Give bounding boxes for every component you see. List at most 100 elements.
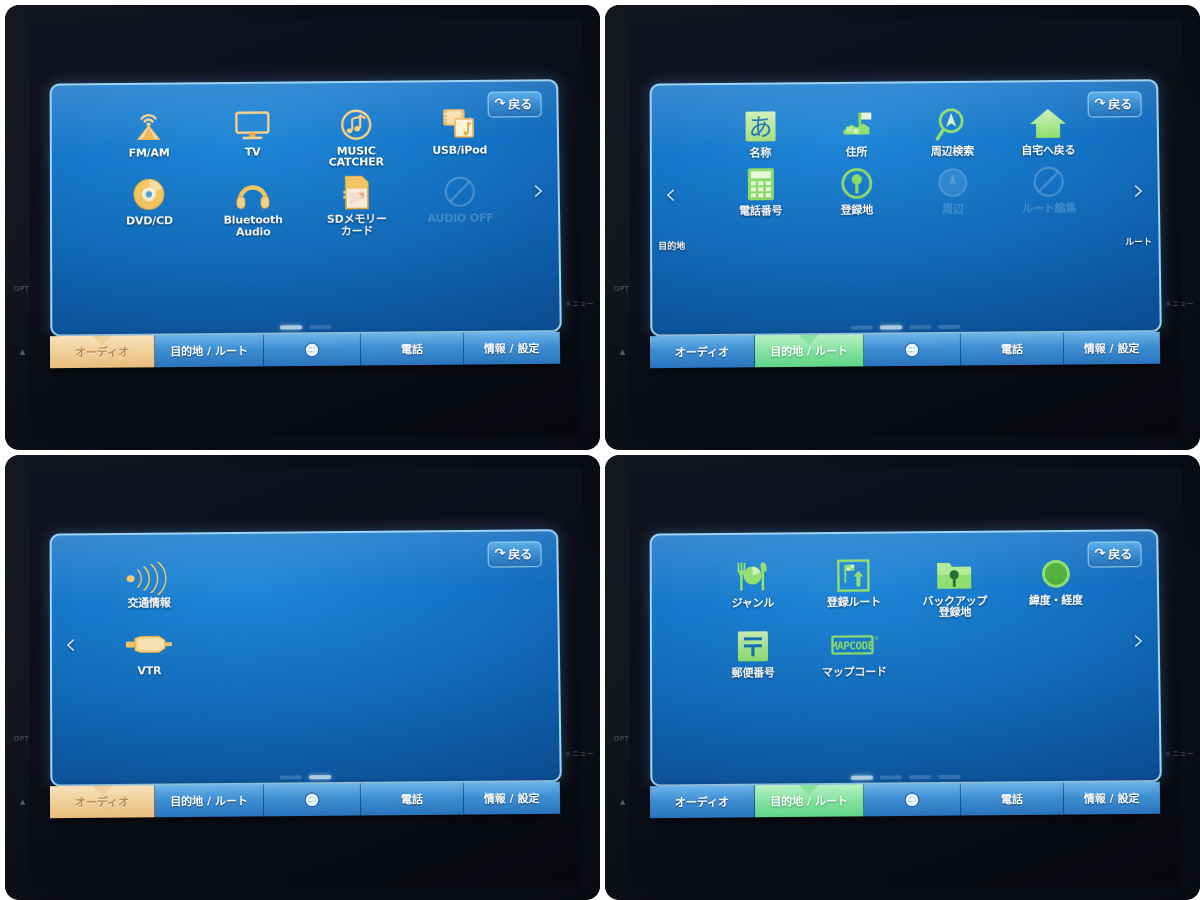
compass-dim-icon: [935, 163, 969, 203]
menu-item-label: 緯度・経度: [1028, 593, 1083, 607]
tab-globe[interactable]: [863, 333, 962, 367]
back-button-label-4: 戻る: [1107, 546, 1132, 562]
menu-item-music-catcher[interactable]: MUSIC CATCHER: [304, 104, 408, 169]
nav-screen-1[interactable]: ↶ 戻る › FM/AM TV MUSIC CATCHER USB/iPod D…: [49, 78, 562, 337]
page-dot[interactable]: [879, 775, 903, 780]
page-dot[interactable]: [309, 774, 332, 780]
tab-globe[interactable]: [263, 783, 362, 817]
menu-item-label: 電話番号: [738, 204, 783, 218]
menu-item-audio-off[interactable]: AUDIO OFF: [408, 171, 512, 225]
page-dot[interactable]: [879, 325, 903, 330]
tab-label: オーディオ: [674, 795, 729, 810]
page-dot[interactable]: [909, 774, 932, 780]
selected-tab-pointer: [797, 334, 820, 346]
nav-screen-2[interactable]: ↶ 戻る ‹ 目的地 › ルート あ 名称 住所 周辺検索 自宅へ戻る 電話番号…: [649, 78, 1162, 337]
side-mark-menu-2: メニュー: [1164, 299, 1195, 308]
menu-item-backup-registered-place[interactable]: バックアップ 登録地: [904, 554, 1006, 619]
menu-item-registered-place[interactable]: 登録地: [808, 163, 904, 217]
tab-label: オーディオ: [674, 345, 729, 360]
tab-phone[interactable]: 電話: [360, 782, 464, 816]
prev-page-chevron-2[interactable]: ‹: [664, 176, 676, 211]
globe-icon: [904, 792, 920, 808]
photo-panel-4: OPT ▲ メニュー ↶ 戻る › ジャンル 登録ルート バックアップ 登録地 …: [605, 455, 1200, 900]
page-dot[interactable]: [909, 324, 932, 330]
menu-item-phone-number-search[interactable]: 電話番号: [712, 164, 808, 218]
menu-item-bluetooth-audio[interactable]: Bluetooth Audio: [201, 173, 305, 238]
menu-item-genre[interactable]: ジャンル: [702, 556, 803, 609]
next-page-chevron-4[interactable]: ›: [1132, 622, 1144, 657]
menu-item-label: ルート編集: [1021, 201, 1076, 216]
menu-item-traffic-info[interactable]: 交通情報: [97, 556, 201, 609]
telephone-keypad-icon: [745, 164, 775, 204]
menu-item-nearby-search[interactable]: 周辺検索: [904, 104, 1000, 157]
page-dot[interactable]: [938, 324, 961, 329]
page-dot[interactable]: [850, 775, 873, 780]
tab-globe[interactable]: [263, 333, 362, 367]
menu-item-label: バックアップ 登録地: [922, 593, 987, 619]
tab-audio[interactable]: オーディオ: [49, 785, 155, 819]
usb-media-icon: [440, 103, 478, 143]
page-dot[interactable]: [279, 775, 303, 780]
globe-icon: [904, 342, 920, 358]
tab-label: 目的地 / ルート: [769, 794, 848, 809]
side-mark-triangle-4: ▲: [619, 797, 626, 806]
tab-destination-route[interactable]: 目的地 / ルート: [154, 784, 265, 818]
tab-audio[interactable]: オーディオ: [649, 335, 755, 369]
tab-bar-4: オーディオ 目的地 / ルート 電話 情報 / 設定: [649, 782, 1160, 819]
headphones-icon: [233, 173, 271, 213]
selected-tab-pointer: [90, 785, 113, 797]
prev-page-chevron-3[interactable]: ‹: [64, 626, 76, 661]
back-button-4[interactable]: ↶ 戻る: [1086, 540, 1141, 568]
page-dot[interactable]: [279, 325, 303, 330]
address-map-icon: [837, 105, 875, 145]
page-dot[interactable]: [309, 324, 332, 330]
menu-item-postal-code[interactable]: 郵便番号: [702, 626, 803, 679]
menu-item-dvd-cd[interactable]: DVD/CD: [97, 174, 201, 227]
tab-info-settings[interactable]: 情報 / 設定: [1063, 782, 1160, 815]
tab-destination-route[interactable]: 目的地 / ルート: [754, 784, 865, 818]
nav-screen-3[interactable]: ↶ 戻る ‹ 交通情報 VTR: [49, 528, 562, 787]
menu-item-label: SDメモリー カード: [326, 211, 387, 237]
icon-grid-2: あ 名称 住所 周辺検索 自宅へ戻る 電話番号 登録地 周辺 ルート編集: [712, 101, 1098, 301]
menu-item-label: USB/iPod: [431, 143, 487, 157]
menu-item-sd-memory-card[interactable]: SDメモリー カード: [304, 172, 408, 237]
tab-info-settings[interactable]: 情報 / 設定: [463, 782, 560, 815]
tab-info-settings[interactable]: 情報 / 設定: [1063, 332, 1160, 365]
tab-info-settings[interactable]: 情報 / 設定: [463, 332, 560, 365]
photo-panel-1: OPT ▲ メニュー ↶ 戻る › FM/AM TV MUSIC CATCHER…: [5, 5, 600, 450]
next-page-chevron-1[interactable]: ›: [532, 172, 544, 207]
menu-item-name-search[interactable]: あ 名称: [712, 106, 808, 159]
menu-item-fm-am[interactable]: FM/AM: [97, 106, 201, 159]
menu-item-mapcode[interactable]: MAPCODE ® マップコード: [803, 625, 905, 678]
tab-audio[interactable]: オーディオ: [49, 335, 155, 369]
menu-item-saved-route[interactable]: 登録ルート: [803, 555, 904, 608]
page-dot[interactable]: [938, 774, 961, 779]
tab-destination-route[interactable]: 目的地 / ルート: [754, 334, 865, 368]
icon-grid-1: FM/AM TV MUSIC CATCHER USB/iPod DVD/CD B…: [97, 101, 513, 301]
back-button-1[interactable]: ↶ 戻る: [486, 90, 541, 118]
menu-item-nearby-disabled[interactable]: 周辺: [904, 162, 1001, 216]
page-dot[interactable]: [850, 325, 873, 330]
tab-label: 目的地 / ルート: [169, 794, 248, 809]
globe-icon: [304, 342, 320, 358]
tab-phone[interactable]: 電話: [960, 332, 1064, 366]
tab-phone[interactable]: 電話: [360, 332, 464, 366]
back-button-2[interactable]: ↶ 戻る: [1086, 90, 1141, 118]
tab-audio[interactable]: オーディオ: [649, 785, 755, 819]
tab-globe[interactable]: [863, 783, 962, 817]
menu-item-label: 交通情報: [127, 595, 171, 610]
icon-row-2b: 電話番号 登録地 周辺 ルート編集: [712, 161, 1097, 218]
menu-item-vtr[interactable]: VTR: [97, 624, 201, 678]
next-page-chevron-2[interactable]: ›: [1132, 172, 1144, 207]
tab-destination-route[interactable]: 目的地 / ルート: [154, 334, 265, 368]
menu-item-address-search[interactable]: 住所: [808, 105, 904, 158]
menu-item-route-edit-disabled[interactable]: ルート編集: [1000, 161, 1097, 216]
menu-item-go-home[interactable]: 自宅へ戻る: [999, 103, 1096, 157]
magnifier-compass-icon: [933, 104, 971, 144]
menu-item-tv[interactable]: TV: [200, 105, 304, 158]
nav-screen-4[interactable]: ↶ 戻る › ジャンル 登録ルート バックアップ 登録地 緯度・経度 郵便番号 …: [649, 528, 1162, 787]
tab-phone[interactable]: 電話: [960, 782, 1064, 816]
back-button-3[interactable]: ↶ 戻る: [486, 540, 541, 568]
side-mark-menu-1: メニュー: [564, 299, 595, 308]
menu-item-label: AUDIO OFF: [427, 211, 494, 225]
